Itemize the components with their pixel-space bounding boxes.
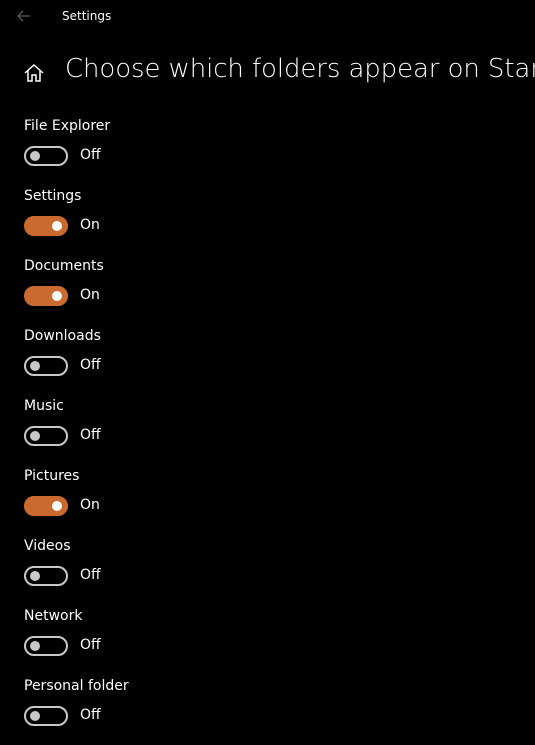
folder-setting-downloads: Downloads Off (0, 318, 535, 388)
folder-setting-pictures: Pictures On (0, 458, 535, 528)
toggle-knob (30, 711, 40, 721)
toggle-network[interactable] (24, 636, 68, 656)
folder-label: Network (24, 608, 83, 624)
toggle-pictures[interactable] (24, 496, 68, 516)
toggle-state-label: Off (80, 637, 101, 653)
folder-label: Settings (24, 188, 82, 204)
back-button[interactable] (14, 7, 34, 25)
toggle-state-label: Off (80, 427, 101, 443)
back-arrow-icon (17, 10, 30, 22)
toggle-music[interactable] (24, 426, 68, 446)
toggle-downloads[interactable] (24, 356, 68, 376)
folder-label: Pictures (24, 468, 80, 484)
folder-setting-videos: Videos Off (0, 528, 535, 598)
toggle-knob (52, 291, 62, 301)
toggle-knob (30, 431, 40, 441)
toggle-knob (52, 221, 62, 231)
home-button[interactable] (23, 62, 45, 84)
toggle-knob (30, 641, 40, 651)
toggle-state-label: On (80, 287, 100, 303)
toggle-state-label: Off (80, 147, 101, 163)
folder-label: Documents (24, 258, 104, 274)
title-bar: Settings (0, 0, 535, 33)
toggle-state-label: Off (80, 707, 101, 723)
folder-setting-settings: Settings On (0, 178, 535, 248)
app-title: Settings (62, 9, 112, 23)
folder-setting-file-explorer: File Explorer Off (0, 108, 535, 178)
toggle-file-explorer[interactable] (24, 146, 68, 166)
folder-label: Downloads (24, 328, 101, 344)
folder-label: Personal folder (24, 678, 129, 694)
folder-setting-network: Network Off (0, 598, 535, 668)
folder-toggle-list: File Explorer Off Settings On Documents On Dow… (0, 108, 535, 738)
toggle-personal-folder[interactable] (24, 706, 68, 726)
toggle-knob (30, 151, 40, 161)
folder-label: Music (24, 398, 64, 414)
folder-setting-documents: Documents On (0, 248, 535, 318)
toggle-state-label: Off (80, 357, 101, 373)
toggle-state-label: On (80, 217, 100, 233)
toggle-settings[interactable] (24, 216, 68, 236)
home-icon (24, 63, 44, 82)
toggle-knob (52, 501, 62, 511)
toggle-documents[interactable] (24, 286, 68, 306)
toggle-knob (30, 571, 40, 581)
folder-label: File Explorer (24, 118, 111, 134)
folder-setting-personal-folder: Personal folder Off (0, 668, 535, 738)
toggle-state-label: Off (80, 567, 101, 583)
folder-setting-music: Music Off (0, 388, 535, 458)
toggle-state-label: On (80, 497, 100, 513)
toggle-videos[interactable] (24, 566, 68, 586)
toggle-knob (30, 361, 40, 371)
page-title: Choose which folders appear on Start (65, 54, 535, 84)
folder-label: Videos (24, 538, 71, 554)
